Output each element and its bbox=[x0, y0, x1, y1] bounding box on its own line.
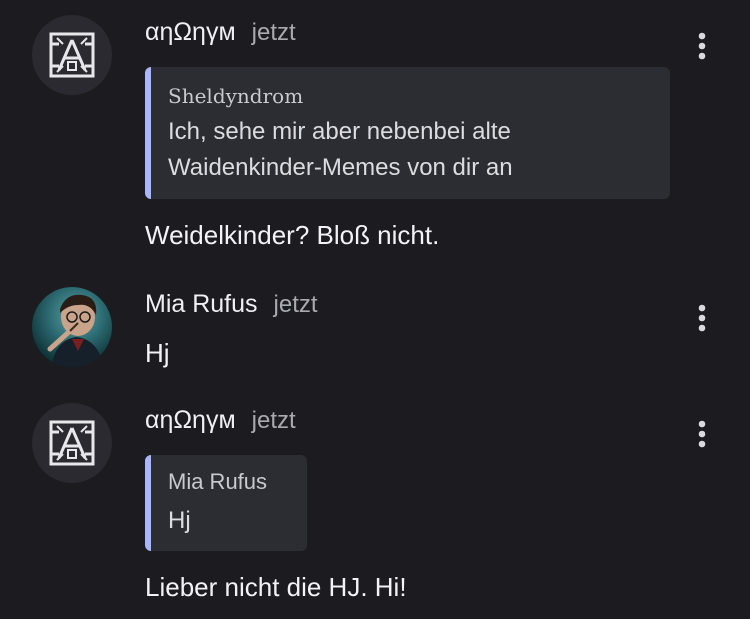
avatar[interactable] bbox=[32, 403, 112, 483]
timestamp: jetzt bbox=[273, 291, 318, 318]
message-text: Hj bbox=[145, 338, 170, 368]
message-header: Mia Rufus jetzt bbox=[145, 290, 318, 319]
chat-message: Mia Rufus jetzt Hj bbox=[0, 270, 750, 390]
timestamp: jetzt bbox=[251, 407, 296, 434]
quoted-message[interactable]: Sheldyndrom Ich, sehe mir aber nebenbei … bbox=[145, 67, 670, 199]
author-name[interactable]: αηΩηγм bbox=[145, 18, 236, 47]
message-options-button[interactable] bbox=[690, 302, 714, 334]
profile-photo bbox=[47, 294, 104, 367]
avatar[interactable] bbox=[32, 15, 112, 95]
chat-message: αηΩηγм jetzt Sheldyndrom Ich, sehe mir a… bbox=[0, 0, 750, 270]
maze-logo-icon bbox=[49, 32, 95, 78]
quoted-author: Mia Rufus bbox=[168, 469, 268, 494]
message-text: Lieber nicht die HJ. Hi! bbox=[145, 572, 407, 602]
quoted-message[interactable]: Mia Rufus Hj bbox=[145, 455, 307, 551]
quoted-author: Sheldyndrom bbox=[168, 84, 304, 108]
message-header: αηΩηγм jetzt bbox=[145, 18, 296, 47]
more-vertical-icon bbox=[698, 32, 706, 60]
message-options-button[interactable] bbox=[690, 30, 714, 62]
chat-feed: αηΩηγм jetzt Sheldyndrom Ich, sehe mir a… bbox=[0, 0, 750, 619]
more-vertical-icon bbox=[698, 420, 706, 448]
quoted-text-line-2: Waidenkinder-Memes von dir an bbox=[168, 154, 513, 181]
message-header: αηΩηγм jetzt bbox=[145, 406, 296, 435]
quoted-text-line-1: Ich, sehe mir aber nebenbei alte bbox=[168, 118, 511, 145]
quoted-text-line-1: Hj bbox=[168, 507, 191, 534]
author-name[interactable]: Mia Rufus bbox=[145, 290, 258, 319]
chat-message: αηΩηγм jetzt Mia Rufus Hj Lieber nicht d… bbox=[0, 390, 750, 619]
message-text: Weidelkinder? Bloß nicht. bbox=[145, 220, 440, 250]
author-name[interactable]: αηΩηγм bbox=[145, 406, 236, 435]
maze-logo-icon bbox=[49, 420, 95, 466]
message-options-button[interactable] bbox=[690, 418, 714, 450]
more-vertical-icon bbox=[698, 304, 706, 332]
timestamp: jetzt bbox=[251, 19, 296, 46]
avatar[interactable] bbox=[32, 287, 112, 367]
